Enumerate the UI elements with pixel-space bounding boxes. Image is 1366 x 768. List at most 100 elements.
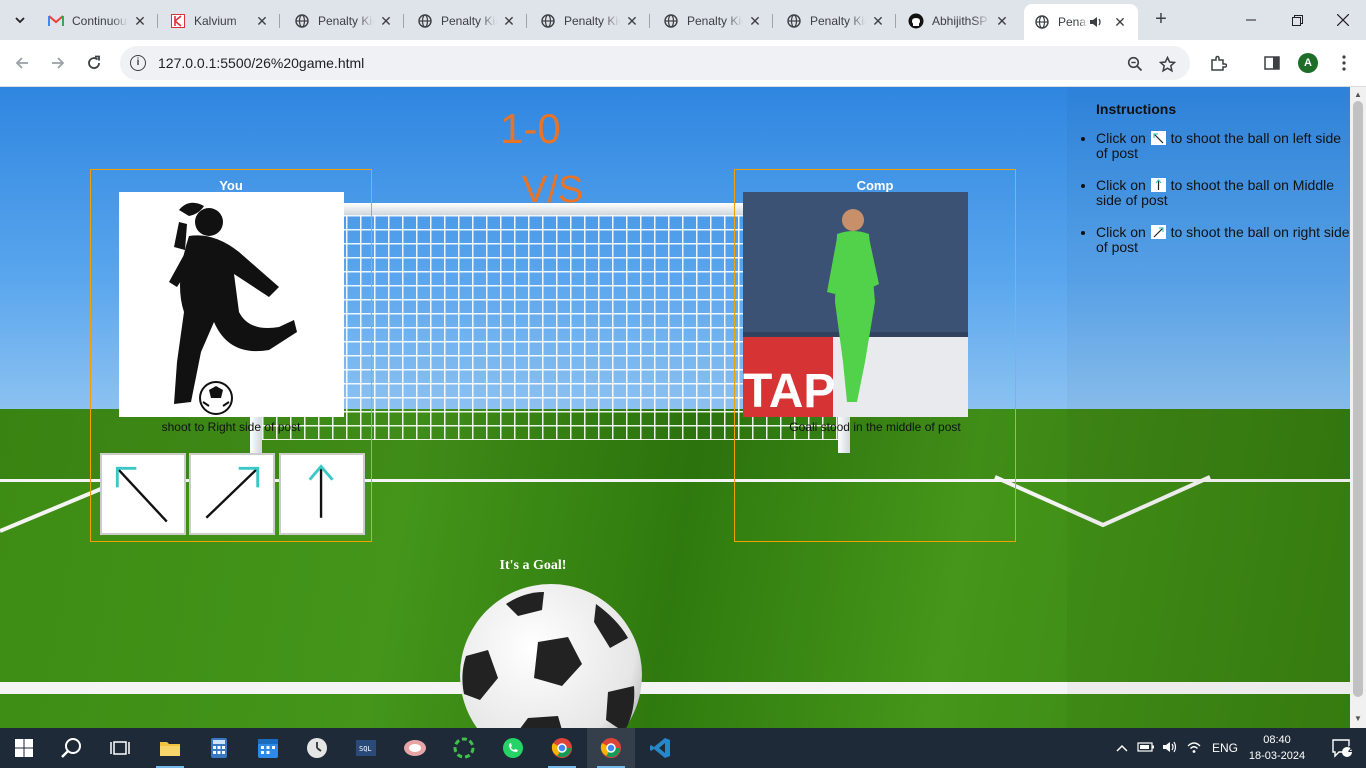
close-icon[interactable]: ✕ bbox=[994, 13, 1010, 30]
search-button[interactable] bbox=[48, 728, 96, 768]
close-icon[interactable]: ✕ bbox=[378, 13, 394, 30]
globe-icon bbox=[786, 13, 802, 29]
close-window-button[interactable] bbox=[1320, 0, 1366, 40]
windows-taskbar: SQL ENG 08:40 18-03-2024 2 bbox=[0, 728, 1366, 768]
system-clock[interactable]: 08:40 18-03-2024 bbox=[1242, 732, 1312, 764]
chevron-up-icon[interactable] bbox=[1114, 741, 1130, 755]
close-icon[interactable]: ✕ bbox=[132, 13, 148, 30]
app-button[interactable] bbox=[391, 728, 439, 768]
language-indicator[interactable]: ENG bbox=[1212, 741, 1238, 755]
score-display: 1-0 bbox=[500, 105, 561, 152]
close-icon[interactable]: ✕ bbox=[870, 13, 886, 30]
page-viewport: 1-0 V/S You shoot to Right side of post bbox=[0, 87, 1350, 728]
zoom-icon[interactable] bbox=[1125, 54, 1145, 74]
scroll-up-arrow-icon[interactable]: ▲ bbox=[1354, 90, 1362, 99]
sync-icon bbox=[453, 737, 475, 759]
windows-logo-icon bbox=[15, 739, 33, 757]
tab-penalty-2[interactable]: Penalty Kick ✕ bbox=[407, 6, 527, 36]
close-icon[interactable]: ✕ bbox=[501, 13, 517, 30]
scroll-thumb[interactable] bbox=[1353, 101, 1363, 697]
tab-penalty-4[interactable]: Penalty Kick ✕ bbox=[653, 6, 773, 36]
tab-kalvium[interactable]: Kalvium ✕ bbox=[160, 6, 280, 36]
tab-penalty-3[interactable]: Penalty Kick ✕ bbox=[530, 6, 650, 36]
computer-title: Comp bbox=[856, 178, 894, 193]
notification-count: 2 bbox=[1348, 744, 1354, 754]
notification-center-button[interactable]: 2 bbox=[1318, 728, 1366, 768]
file-explorer-button[interactable] bbox=[146, 728, 194, 768]
instruction-item: Click on to shoot the ball on left side … bbox=[1096, 131, 1350, 161]
player-kicker-image bbox=[119, 192, 344, 417]
globe-icon bbox=[1034, 14, 1050, 30]
address-bar[interactable]: i 127.0.0.1:5500/26%20game.html bbox=[120, 46, 1190, 80]
sql-app-button[interactable]: SQL bbox=[342, 728, 390, 768]
scroll-down-arrow-icon[interactable]: ▼ bbox=[1354, 714, 1362, 723]
versus-label: V/S bbox=[522, 169, 584, 211]
task-view-icon bbox=[110, 741, 130, 755]
gmail-icon bbox=[48, 13, 64, 29]
back-button[interactable] bbox=[9, 50, 35, 76]
tab-search-button[interactable] bbox=[8, 8, 32, 32]
kalvium-icon bbox=[170, 13, 186, 29]
extensions-button[interactable] bbox=[1205, 50, 1231, 76]
start-button[interactable] bbox=[0, 728, 48, 768]
site-info-icon[interactable]: i bbox=[130, 55, 146, 71]
close-icon[interactable]: ✕ bbox=[624, 13, 640, 30]
clock-icon bbox=[307, 738, 327, 758]
tab-title: AbhijithSP bbox=[932, 14, 988, 28]
browser-toolbar: i 127.0.0.1:5500/26%20game.html A bbox=[0, 40, 1366, 87]
chrome-button[interactable] bbox=[538, 728, 586, 768]
shoot-middle-button[interactable] bbox=[279, 453, 365, 535]
tab-gmail[interactable]: Continuous ✕ bbox=[38, 6, 158, 36]
tab-title: Penalty Kick bbox=[810, 14, 866, 28]
url-text[interactable]: 127.0.0.1:5500/26%20game.html bbox=[158, 55, 364, 71]
reload-button[interactable] bbox=[81, 50, 107, 76]
battery-icon[interactable] bbox=[1134, 741, 1158, 756]
side-panel-button[interactable] bbox=[1259, 50, 1285, 76]
restore-button[interactable] bbox=[1274, 0, 1320, 40]
kebab-menu-icon bbox=[1342, 55, 1346, 71]
svg-text:SQL: SQL bbox=[359, 745, 372, 753]
folder-icon bbox=[160, 742, 180, 756]
forward-button[interactable] bbox=[45, 50, 71, 76]
tab-github[interactable]: AbhijithSP ✕ bbox=[898, 6, 1020, 36]
tab-penalty-1[interactable]: Penalty Kick ✕ bbox=[284, 6, 404, 36]
minimize-button[interactable] bbox=[1228, 0, 1274, 40]
instructions-panel: Instructions Click on to shoot the ball … bbox=[1067, 87, 1350, 728]
system-tray: ENG bbox=[1114, 728, 1238, 768]
tab-penalty-5[interactable]: Penalty Kick ✕ bbox=[776, 6, 896, 36]
close-icon[interactable]: ✕ bbox=[254, 13, 270, 30]
chrome-icon bbox=[600, 738, 621, 758]
task-view-button[interactable] bbox=[96, 728, 144, 768]
sync-app-button[interactable] bbox=[440, 728, 488, 768]
menu-button[interactable] bbox=[1331, 50, 1357, 76]
arrow-up-icon bbox=[308, 464, 334, 518]
goalkeeper-image: TAP bbox=[743, 192, 968, 418]
shoot-left-button[interactable] bbox=[100, 453, 186, 535]
globe-icon bbox=[540, 13, 556, 29]
chevron-down-icon bbox=[15, 17, 25, 24]
chrome-profile-button[interactable] bbox=[587, 728, 635, 768]
new-tab-button[interactable]: + bbox=[1150, 8, 1172, 30]
result-message: It's a Goal! bbox=[499, 558, 567, 573]
close-icon bbox=[1337, 14, 1349, 26]
close-icon[interactable]: ✕ bbox=[1112, 14, 1128, 31]
page-scrollbar[interactable]: ▲ ▼ bbox=[1350, 87, 1366, 728]
whatsapp-icon bbox=[503, 738, 523, 758]
speaker-icon[interactable] bbox=[1088, 14, 1104, 30]
clock-app-button[interactable] bbox=[293, 728, 341, 768]
volume-icon[interactable] bbox=[1158, 740, 1182, 757]
bookmark-star-icon[interactable] bbox=[1157, 54, 1177, 74]
shoot-right-button[interactable] bbox=[189, 453, 275, 535]
close-icon[interactable]: ✕ bbox=[747, 13, 763, 30]
instruction-item: Click on to shoot the ball on right side… bbox=[1096, 225, 1350, 255]
globe-icon bbox=[294, 13, 310, 29]
player-caption: shoot to Right side of post bbox=[161, 420, 301, 434]
wifi-icon[interactable] bbox=[1182, 740, 1206, 757]
calculator-button[interactable] bbox=[195, 728, 243, 768]
profile-avatar[interactable]: A bbox=[1298, 53, 1318, 73]
tab-title: Penalty bbox=[1058, 15, 1088, 29]
calendar-button[interactable] bbox=[244, 728, 292, 768]
vscode-button[interactable] bbox=[636, 728, 684, 768]
whatsapp-button[interactable] bbox=[489, 728, 537, 768]
tab-penalty-active[interactable]: Penalty ✕ bbox=[1024, 4, 1138, 40]
